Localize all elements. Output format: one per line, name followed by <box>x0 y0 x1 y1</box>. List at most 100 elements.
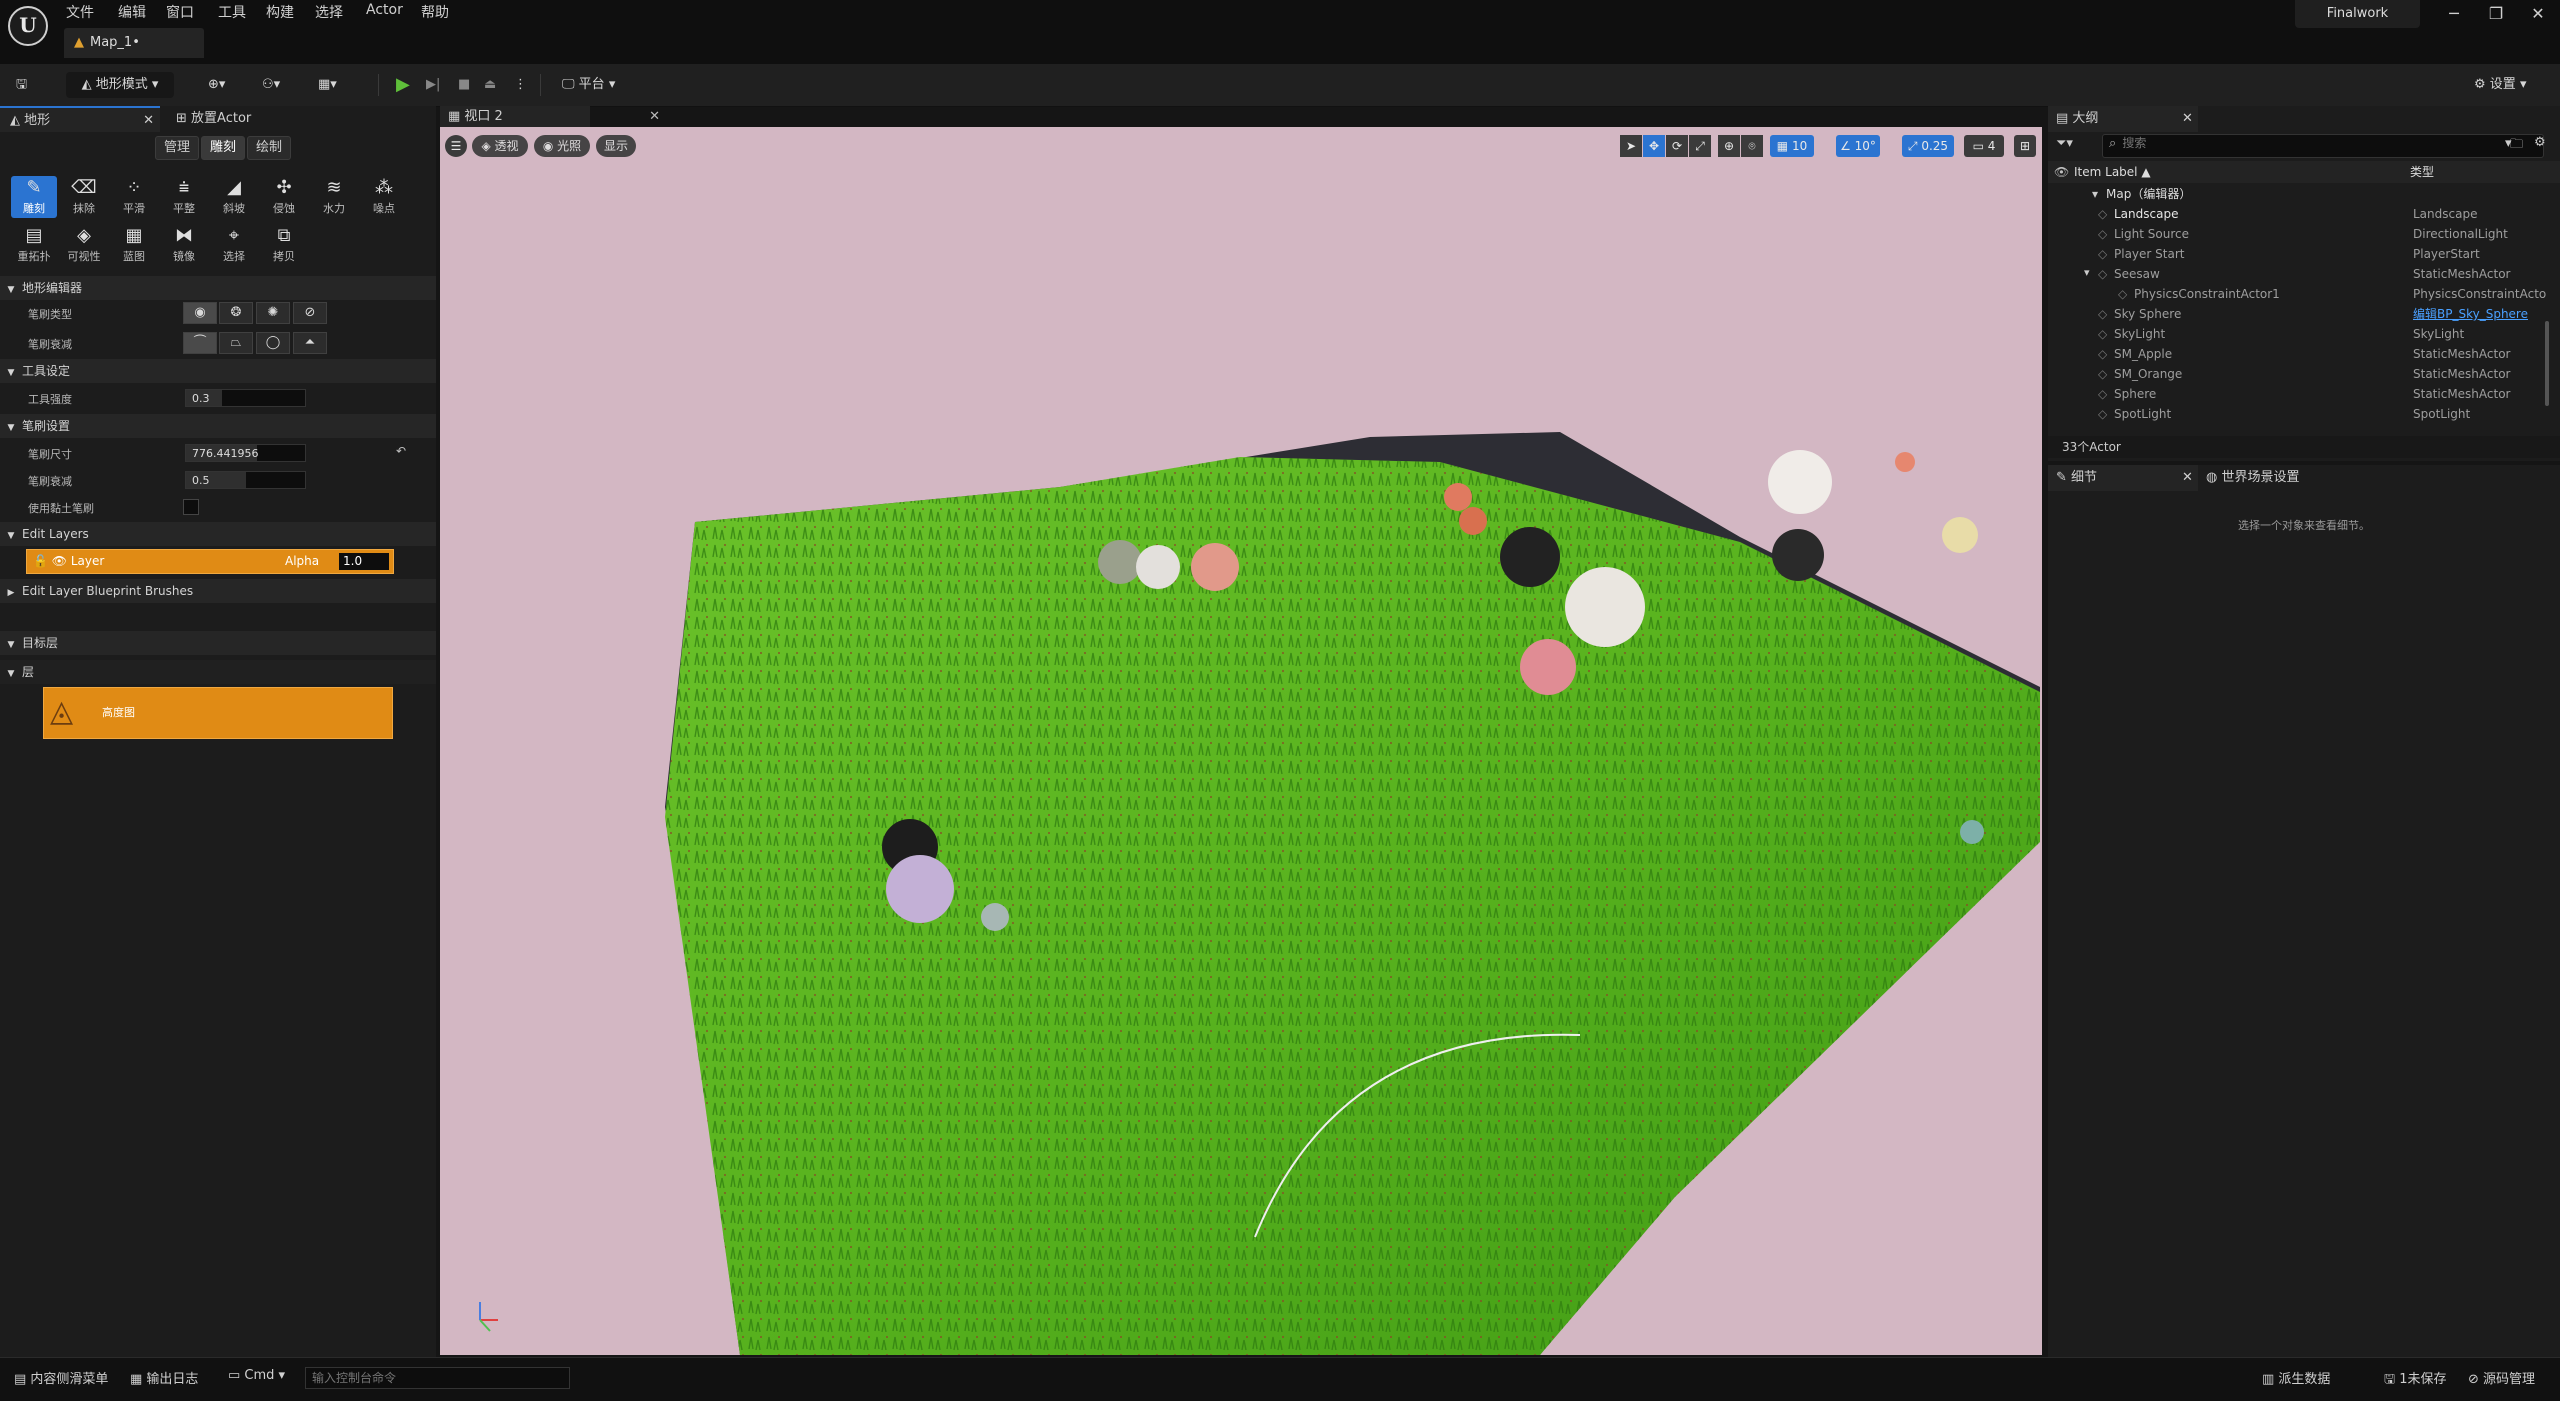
menu-build[interactable]: 构建 <box>266 2 294 22</box>
tab-world-settings[interactable]: ◍ 世界场景设置 <box>2206 465 2386 491</box>
reset-icon[interactable]: ↶ <box>396 444 406 458</box>
platform-button[interactable]: 🖵 平台 ▾ <box>562 72 615 98</box>
outliner-row[interactable]: ◇ SkyLight SkyLight <box>2048 324 2548 344</box>
step-icon[interactable]: ▶| <box>426 72 440 98</box>
tool-retopo[interactable]: ▤ 重拓扑 <box>11 224 57 266</box>
outliner-row[interactable]: ◇ Player Start PlayerStart <box>2048 244 2548 264</box>
outliner-search[interactable]: ⌕ <box>2102 134 2544 158</box>
source-control-button[interactable]: ⊘ 源码管理 <box>2468 1368 2535 1387</box>
map-tab[interactable]: ▲ Map_1• <box>64 28 204 58</box>
brush-pattern-icon[interactable]: ✺ <box>256 302 290 324</box>
lock-icon[interactable]: 🔓 <box>33 554 48 568</box>
tool-mirror[interactable]: ⧓ 镜像 <box>161 224 207 266</box>
falloff-tip-icon[interactable]: ⏶ <box>293 332 327 354</box>
grid-snap-button[interactable]: ▦ 10 <box>1770 135 1814 157</box>
outliner-row[interactable]: ◇ SpotLight SpotLight <box>2048 404 2548 424</box>
scale-snap-button[interactable]: ⤢ 0.25 <box>1902 135 1954 157</box>
use-clay-checkbox[interactable] <box>183 499 199 515</box>
outliner-search-input[interactable] <box>2120 135 2485 151</box>
level-viewport[interactable]: ☰ ◈ 透视 ◉ 光照 显示 ➤ ✥ ⟳ ⤢ ⊕ ⌾ ▦ 10 ∠ 10° ⤢ … <box>440 127 2042 1355</box>
eye-icon[interactable]: 👁 <box>52 554 67 568</box>
tool-flatten[interactable]: ⩧ 平整 <box>161 176 207 218</box>
save-icon[interactable]: 🖫 <box>16 72 27 98</box>
falloff-sphere-icon[interactable]: ◯ <box>256 332 290 354</box>
layout-icon[interactable]: ⊞ <box>2014 135 2036 157</box>
tab-landscape[interactable]: ◭ 地形 ✕ <box>0 106 160 132</box>
outliner-row[interactable]: ◇ SM_Orange StaticMeshActor <box>2048 364 2548 384</box>
tool-sculpt[interactable]: ✎ 雕刻 <box>11 176 57 218</box>
menu-file[interactable]: 文件 <box>66 2 94 22</box>
tab-close-icon[interactable]: ✕ <box>143 108 154 134</box>
outliner-row[interactable]: ◇ PhysicsConstraintActor1 PhysicsConstrain… <box>2048 284 2548 304</box>
outliner-scrollbar[interactable] <box>2545 321 2549 406</box>
brush-falloff-field[interactable]: 0.5 <box>185 471 306 489</box>
outliner-row[interactable]: ◇ Sky Sphere 编辑BP_Sky_Sphere <box>2048 304 2548 324</box>
unsaved-button[interactable]: 🖫 1未保存 <box>2384 1368 2447 1392</box>
viewport-close-icon[interactable]: ✕ <box>649 106 660 127</box>
outliner-row[interactable]: ◇ Light Source DirectionalLight <box>2048 224 2548 244</box>
outliner-row[interactable]: ◇ Seesaw StaticMeshActor <box>2048 264 2548 284</box>
subtab-paint[interactable]: 绘制 <box>247 136 292 160</box>
brush-size-field[interactable]: 776.441956 <box>185 444 306 462</box>
close-icon[interactable]: ✕ <box>2520 4 2556 23</box>
subtab-sculpt[interactable]: 雕刻 <box>201 136 246 160</box>
camera-speed-button[interactable]: ▭ 4 <box>1964 135 2004 157</box>
section-layers[interactable]: ▼ 层 <box>0 660 436 684</box>
outliner-settings-icon[interactable]: ⚙ <box>2534 135 2546 150</box>
tool-visibility[interactable]: ◈ 可视性 <box>61 224 107 266</box>
show-button[interactable]: 显示 <box>596 135 636 157</box>
falloff-linear-icon[interactable]: ⏢ <box>219 332 253 354</box>
content-drawer-button[interactable]: ▤ 内容侧滑菜单 <box>14 1368 108 1387</box>
falloff-smooth-icon[interactable]: ⏜ <box>183 332 217 354</box>
heightmap-layer[interactable]: ◬ 高度图 <box>43 687 393 739</box>
add-actor-icon[interactable]: ⊕▾ <box>208 72 225 98</box>
col-type[interactable]: 类型 <box>2410 161 2434 183</box>
viewport-menu-icon[interactable]: ☰ <box>445 135 467 157</box>
outliner-row[interactable]: ◇ Sphere StaticMeshActor <box>2048 384 2548 404</box>
cmd-dropdown[interactable]: ▭ Cmd ▾ <box>228 1368 285 1383</box>
eject-icon[interactable]: ⏏ <box>484 72 496 98</box>
tool-strength-field[interactable]: 0.3 <box>185 389 306 407</box>
perspective-button[interactable]: ◈ 透视 <box>472 135 528 157</box>
tool-ramp[interactable]: ◢ 斜坡 <box>211 176 257 218</box>
tool-erase[interactable]: ⌫ 抹除 <box>61 176 107 218</box>
brush-circle-icon[interactable]: ◉ <box>183 302 217 324</box>
cinematics-icon[interactable]: ▦▾ <box>318 72 337 98</box>
menu-help[interactable]: 帮助 <box>421 2 449 22</box>
mode-dropdown[interactable]: ◭ 地形模式 ▾ <box>66 72 174 98</box>
alpha-field[interactable]: 1.0 <box>339 553 389 570</box>
edit-layer-row[interactable]: 🔓 👁 Layer Alpha 1.0 <box>26 549 394 574</box>
details-close-icon[interactable]: ✕ <box>2182 465 2193 491</box>
tool-erosion[interactable]: ✣ 侵蚀 <box>261 176 307 218</box>
tool-select[interactable]: ⌖ 选择 <box>211 224 257 266</box>
lit-button[interactable]: ◉ 光照 <box>534 135 590 157</box>
subtab-manage[interactable]: 管理 <box>155 136 200 160</box>
world-icon[interactable]: ⊕ <box>1718 135 1740 157</box>
output-log-button[interactable]: ▦ 输出日志 <box>130 1368 198 1387</box>
section-blueprint-brushes[interactable]: ▶ Edit Layer Blueprint Brushes <box>0 579 436 603</box>
menu-window[interactable]: 窗口 <box>166 2 194 22</box>
menu-edit[interactable]: 编辑 <box>118 2 146 22</box>
console-input[interactable] <box>305 1367 570 1389</box>
col-item-label[interactable]: Item Label ▲ <box>2074 161 2151 183</box>
section-target-layer[interactable]: ▼ 目标层 <box>0 631 436 655</box>
actor-type[interactable]: 编辑BP_Sky_Sphere <box>2413 304 2528 324</box>
outliner-row[interactable]: ◇ Landscape Landscape <box>2048 204 2548 224</box>
menu-tools[interactable]: 工具 <box>218 2 246 22</box>
play-options-icon[interactable]: ⋮ <box>514 72 527 98</box>
expand-icon[interactable]: ▾ <box>2092 184 2098 204</box>
tree-root[interactable]: ▾ Map（编辑器） <box>2048 184 2548 204</box>
angle-snap-button[interactable]: ∠ 10° <box>1836 135 1880 157</box>
menu-actor[interactable]: Actor <box>366 2 403 18</box>
tab-place-actor[interactable]: ⊞ 放置Actor <box>170 106 376 132</box>
filter-icon[interactable]: ⏷▾ <box>2056 136 2073 151</box>
unreal-logo-icon[interactable]: U <box>8 6 48 46</box>
section-edit-layers[interactable]: ▼ Edit Layers <box>0 522 436 546</box>
tool-copy[interactable]: ⧉ 拷贝 <box>261 224 307 266</box>
section-tool-settings[interactable]: ▼ 工具设定 <box>0 359 436 383</box>
scale-icon[interactable]: ⤢ <box>1689 135 1711 157</box>
expand-icon[interactable]: ▾ <box>2084 266 2090 279</box>
section-brush-settings[interactable]: ▼ 笔刷设置 <box>0 414 436 438</box>
derived-data-button[interactable]: ▥ 派生数据 <box>2262 1368 2330 1387</box>
blueprint-icon[interactable]: ⚇▾ <box>262 72 280 98</box>
